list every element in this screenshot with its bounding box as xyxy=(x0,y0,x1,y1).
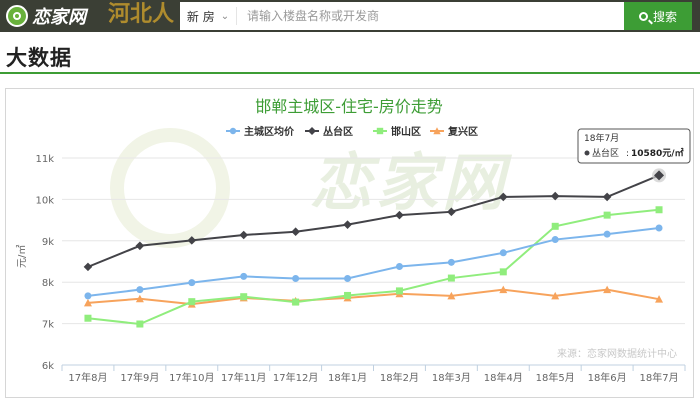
y-tick-label: 10k xyxy=(35,195,54,206)
data-point[interactable] xyxy=(395,287,403,295)
data-point[interactable] xyxy=(136,286,144,294)
data-point[interactable] xyxy=(376,127,384,135)
data-point[interactable] xyxy=(292,274,300,282)
x-tick-label: 18年7月 xyxy=(639,371,678,384)
data-point[interactable] xyxy=(308,127,316,135)
x-tick-label: 18年1月 xyxy=(328,371,367,384)
data-point[interactable] xyxy=(136,320,144,328)
data-point[interactable] xyxy=(447,207,456,217)
data-point[interactable] xyxy=(499,249,507,257)
series-line xyxy=(87,226,660,297)
y-tick-label: 7k xyxy=(42,320,54,331)
y-tick-label: 11k xyxy=(35,154,54,165)
data-point[interactable] xyxy=(188,298,196,306)
x-tick-label: 17年12月 xyxy=(273,371,318,384)
data-point[interactable] xyxy=(447,258,455,266)
series-line xyxy=(87,174,660,268)
legend: 主城区均价 丛台区 邯山区 复兴区 xyxy=(226,125,478,138)
series-lines xyxy=(83,171,664,328)
data-point[interactable] xyxy=(84,314,92,322)
legend-label: 主城区均价 xyxy=(244,125,295,138)
tooltip-colon: : xyxy=(626,149,629,159)
data-point[interactable] xyxy=(188,279,196,287)
tooltip-series: 丛台区 xyxy=(592,147,619,159)
y-tick-label: 9k xyxy=(42,237,54,248)
data-point[interactable] xyxy=(395,262,403,270)
data-point[interactable] xyxy=(344,291,352,299)
data-point[interactable] xyxy=(499,268,507,276)
data-point[interactable] xyxy=(240,293,248,301)
data-point[interactable] xyxy=(291,227,300,236)
x-tick-label: 17年10月 xyxy=(169,371,214,384)
grid-lines xyxy=(62,157,685,366)
x-tick-label: 18年3月 xyxy=(432,371,471,384)
data-point[interactable] xyxy=(239,230,249,240)
series-line xyxy=(87,208,660,326)
data-point[interactable] xyxy=(83,262,93,272)
series-line xyxy=(87,288,660,306)
data-point[interactable] xyxy=(135,241,145,251)
x-tick-label: 17年9月 xyxy=(120,371,159,384)
data-point[interactable] xyxy=(229,127,237,135)
legend-item[interactable]: 主城区均价 xyxy=(226,125,295,138)
y-tick-label: 8k xyxy=(42,278,54,289)
legend-item[interactable]: 复兴区 xyxy=(430,125,478,138)
data-point[interactable] xyxy=(603,230,611,238)
tooltip-title: 18年7月 xyxy=(584,132,619,144)
data-point[interactable] xyxy=(344,274,352,282)
source-note: 来源：恋家网数据统计中心 xyxy=(557,347,677,360)
data-point[interactable] xyxy=(187,236,197,245)
tooltip: 18年7月丛台区:10580元/㎡ xyxy=(577,128,691,183)
legend-item[interactable]: 丛台区 xyxy=(305,125,353,138)
data-point[interactable] xyxy=(655,224,663,232)
data-point[interactable] xyxy=(84,292,92,300)
tooltip-series-dot xyxy=(584,150,590,156)
y-tick-label: 6k xyxy=(42,361,54,372)
data-point[interactable] xyxy=(551,236,559,244)
data-point[interactable] xyxy=(551,222,559,230)
legend-item[interactable]: 邯山区 xyxy=(373,125,421,138)
data-point[interactable] xyxy=(240,272,248,280)
legend-label: 丛台区 xyxy=(323,125,353,138)
x-tick-label: 17年8月 xyxy=(68,371,107,384)
x-tick-label: 18年5月 xyxy=(536,371,575,384)
data-point[interactable] xyxy=(395,210,404,220)
data-point[interactable] xyxy=(602,192,612,202)
y-axis-label: 元/㎡ xyxy=(16,245,28,268)
x-tick-label: 18年6月 xyxy=(588,371,627,384)
x-tick-label: 17年11月 xyxy=(221,371,266,384)
x-tick-label: 18年2月 xyxy=(380,371,419,384)
price-trend-chart: 6k 7k 8k 9k 10k 11k 17年8月 17年9月 17年10月 17年11月 17年1… xyxy=(16,97,691,384)
legend-label: 邯山区 xyxy=(391,125,421,138)
x-tick-label: 18年4月 xyxy=(484,371,523,384)
legend-label: 复兴区 xyxy=(447,125,478,138)
data-point[interactable] xyxy=(447,274,455,282)
data-point[interactable] xyxy=(603,211,611,219)
data-point[interactable] xyxy=(343,220,352,229)
data-point[interactable] xyxy=(292,298,300,306)
data-point[interactable] xyxy=(655,206,663,214)
data-point[interactable] xyxy=(498,192,508,202)
tooltip-value: 10580元/㎡ xyxy=(631,147,684,159)
chart-title: 邯郸主城区-住宅-房价走势 xyxy=(255,97,443,116)
